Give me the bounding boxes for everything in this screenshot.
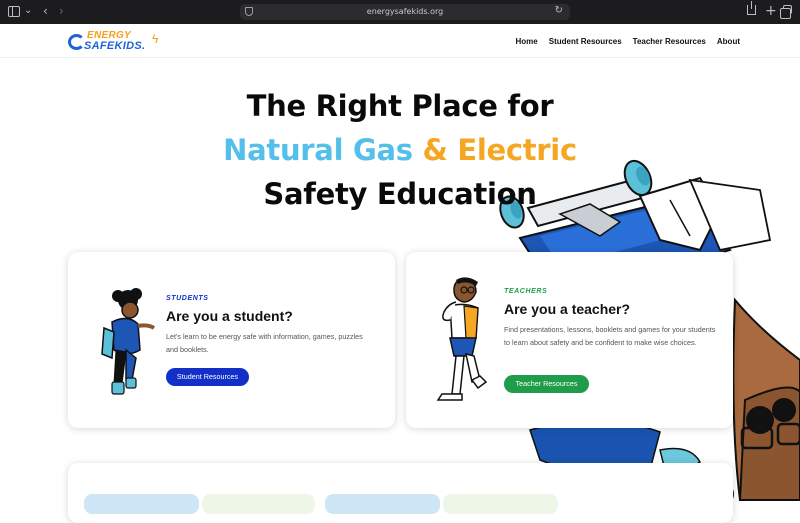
resource-tile[interactable] bbox=[84, 494, 199, 514]
teacher-card-title: Are you a teacher? bbox=[504, 301, 631, 317]
site-header: ENERGY SAFEKIDS. ϟ Home Student Resource… bbox=[0, 24, 800, 58]
hero-headline-line3: Safety Education bbox=[263, 177, 537, 211]
sidebar-icon[interactable] bbox=[8, 6, 20, 17]
lightning-bolt-icon: ϟ bbox=[152, 32, 159, 46]
teacher-character-illustration bbox=[436, 277, 488, 401]
address-bar[interactable]: energysafekids.org ↻ bbox=[240, 4, 570, 20]
nav-about[interactable]: About bbox=[717, 37, 740, 46]
students-eyebrow: STUDENTS bbox=[166, 295, 209, 302]
logo-swoosh-icon bbox=[68, 34, 85, 50]
url-text[interactable]: energysafekids.org bbox=[240, 4, 570, 20]
student-character-illustration bbox=[101, 288, 156, 395]
tabs-overview-icon[interactable] bbox=[780, 5, 792, 19]
hero-electric: & Electric bbox=[412, 133, 578, 167]
teacher-card-description: Find presentations, lessons, booklets an… bbox=[504, 325, 716, 348]
share-icon[interactable] bbox=[747, 1, 756, 15]
site-logo[interactable]: ENERGY SAFEKIDS. ϟ bbox=[68, 30, 163, 54]
nav-teacher-resources[interactable]: Teacher Resources bbox=[633, 37, 706, 46]
student-resources-button[interactable]: Student Resources bbox=[166, 368, 249, 386]
hero-headline-line2: Natural Gas & Electric bbox=[0, 133, 800, 167]
nav-student-resources[interactable]: Student Resources bbox=[549, 37, 622, 46]
reload-icon[interactable]: ↻ bbox=[555, 5, 563, 16]
resource-tile[interactable] bbox=[325, 494, 440, 514]
student-card-title: Are you a student? bbox=[166, 308, 293, 324]
student-card-description: Let's learn to be energy safe with infor… bbox=[166, 332, 363, 355]
hero-headline-line1: The Right Place for bbox=[246, 89, 554, 123]
resource-tile[interactable] bbox=[202, 494, 315, 514]
plus-icon[interactable]: + bbox=[765, 3, 777, 19]
browser-toolbar: ⌄ ‹ › energysafekids.org ↻ + bbox=[0, 0, 800, 24]
resources-panel bbox=[68, 463, 733, 523]
hero-section: The Right Place for Natural Gas & Electr… bbox=[0, 58, 800, 248]
student-card: STUDENTS Are you a student? Let's learn … bbox=[68, 252, 395, 428]
nav-home[interactable]: Home bbox=[516, 37, 538, 46]
resource-tile[interactable] bbox=[443, 494, 558, 514]
teacher-card: TEACHERS Are you a teacher? Find present… bbox=[406, 252, 733, 428]
chevron-down-icon[interactable]: ⌄ bbox=[24, 5, 32, 16]
main-nav: Home Student Resources Teacher Resources… bbox=[516, 24, 740, 58]
teacher-resources-button[interactable]: Teacher Resources bbox=[504, 375, 589, 393]
back-arrow-icon[interactable]: ‹ bbox=[43, 4, 48, 18]
hero-natural-gas: Natural Gas bbox=[223, 133, 413, 167]
teachers-eyebrow: TEACHERS bbox=[504, 288, 548, 295]
forward-arrow-icon[interactable]: › bbox=[59, 4, 64, 18]
logo-text-bottom: SAFEKIDS. bbox=[84, 40, 146, 52]
